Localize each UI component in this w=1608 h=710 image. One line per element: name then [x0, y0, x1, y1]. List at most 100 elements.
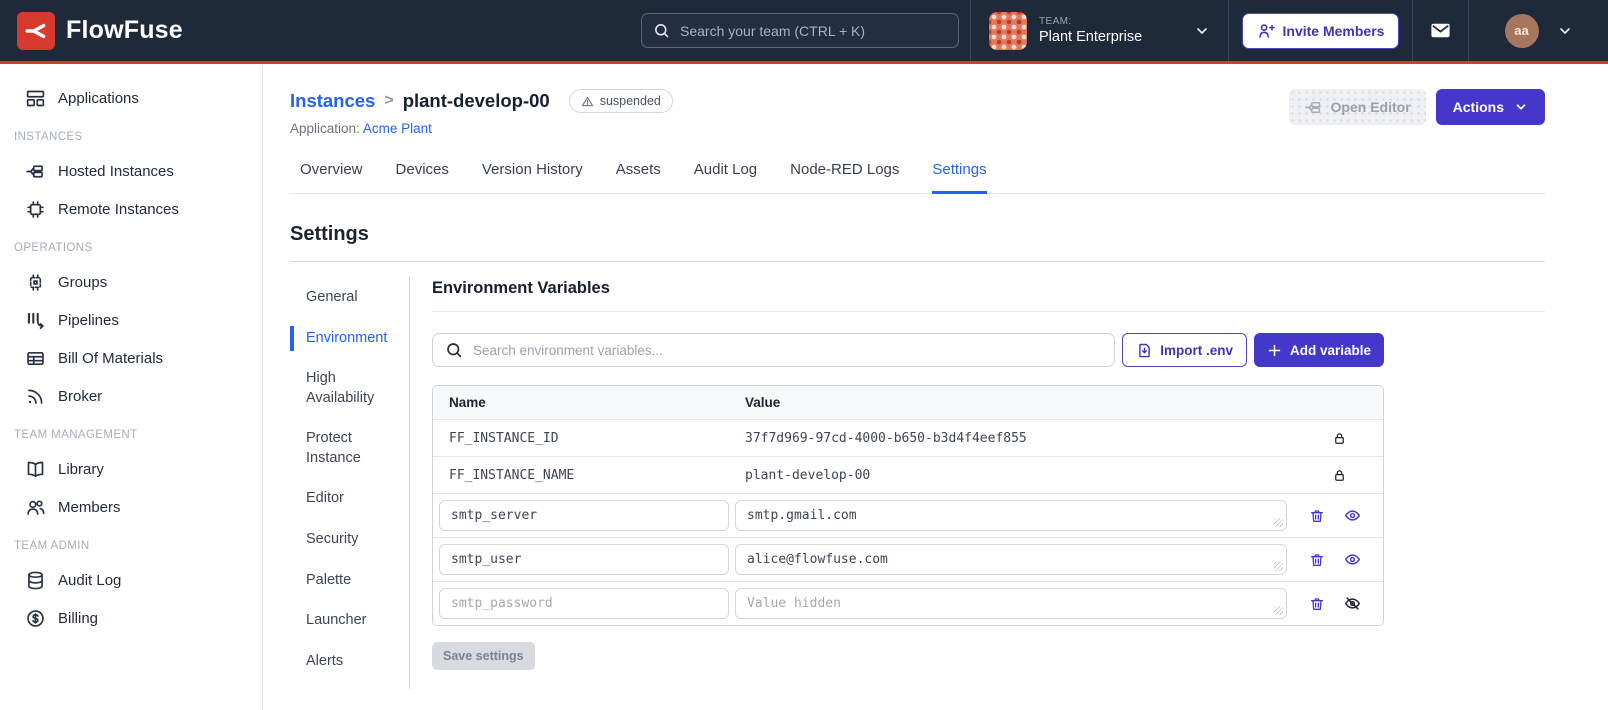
env-var-value-input[interactable] — [735, 588, 1287, 619]
sidebar-item-audit-log[interactable]: Audit Log — [0, 562, 262, 599]
delete-variable-button[interactable] — [1305, 592, 1329, 616]
tab-devices[interactable]: Devices — [396, 161, 449, 194]
open-editor-button[interactable]: Open Editor — [1288, 89, 1426, 125]
table-header: Name Value — [433, 386, 1383, 419]
breadcrumb-instances-link[interactable]: Instances — [290, 90, 375, 112]
sidebar-item-label: Library — [58, 461, 104, 478]
billing-icon — [25, 608, 46, 629]
env-var-value-input[interactable]: alice@flowfuse.com — [735, 544, 1287, 575]
sidebar-item-hosted-instances[interactable]: Hosted Instances — [0, 153, 262, 190]
actions-label: Actions — [1452, 99, 1504, 115]
application-label: Application: — [290, 121, 360, 136]
add-variable-button[interactable]: Add variable — [1253, 333, 1384, 367]
notifications-button[interactable] — [1412, 0, 1468, 61]
env-var-name-input[interactable] — [439, 588, 729, 619]
tab-version-history[interactable]: Version History — [482, 161, 583, 194]
application-link[interactable]: Acme Plant — [363, 121, 432, 136]
tab-overview[interactable]: Overview — [300, 161, 363, 194]
settings-nav-environment[interactable]: Environment — [290, 325, 394, 352]
user-menu[interactable]: aa — [1468, 0, 1608, 61]
trash-icon — [1309, 596, 1325, 612]
warning-triangle-icon — [581, 95, 594, 108]
env-var-name-input[interactable] — [439, 500, 729, 531]
import-env-button[interactable]: Import .env — [1122, 333, 1247, 367]
env-controls: Import .env Add variable — [432, 333, 1384, 367]
team-label: TEAM: — [1039, 16, 1072, 27]
env-var-name-input[interactable] — [439, 544, 729, 575]
header-actions: Open Editor Actions — [1288, 89, 1545, 125]
sidebar-item-pipelines[interactable]: Pipelines — [0, 302, 262, 339]
team-search-input[interactable] — [680, 22, 947, 39]
visibility-toggle-button[interactable] — [1340, 547, 1365, 572]
tab-node-red-logs[interactable]: Node-RED Logs — [790, 161, 899, 194]
delete-variable-button[interactable] — [1305, 548, 1329, 572]
sidebar-item-label: Billing — [58, 610, 99, 627]
env-search[interactable] — [432, 333, 1116, 367]
open-editor-label: Open Editor — [1330, 99, 1411, 115]
trash-icon — [1309, 552, 1325, 568]
sidebar-item-members[interactable]: Members — [0, 489, 262, 526]
groups-icon — [25, 272, 46, 293]
application-line: Application: Acme Plant — [290, 121, 673, 136]
brand-name: FlowFuse — [66, 16, 183, 44]
pipelines-icon — [25, 310, 46, 331]
tab-settings[interactable]: Settings — [932, 161, 987, 194]
env-var-name: FF_INSTANCE_ID — [449, 430, 559, 446]
environment-variables-title: Environment Variables — [432, 279, 1545, 312]
settings-nav-launcher[interactable]: Launcher — [290, 608, 394, 634]
invite-members-label: Invite Members — [1282, 22, 1385, 39]
env-var-row-locked: FF_INSTANCE_NAME plant-develop-00 — [433, 456, 1383, 493]
env-var-value-input[interactable]: smtp.gmail.com — [735, 500, 1287, 531]
env-var-row: alice@flowfuse.com — [433, 537, 1383, 581]
env-search-input[interactable] — [473, 342, 1103, 358]
sidebar-item-library[interactable]: Library — [0, 451, 262, 488]
visibility-toggle-button[interactable] — [1340, 503, 1365, 528]
settings-nav-editor[interactable]: Editor — [290, 486, 394, 512]
team-selector[interactable]: TEAM: Plant Enterprise — [970, 0, 1228, 61]
bill-of-materials-icon — [25, 348, 46, 369]
settings-nav-security[interactable]: Security — [290, 527, 394, 553]
eye-off-icon — [1344, 595, 1361, 612]
tab-audit-log[interactable]: Audit Log — [694, 161, 757, 194]
delete-variable-button[interactable] — [1305, 504, 1329, 528]
library-icon — [25, 459, 46, 480]
sidebar-item-billing[interactable]: Billing — [0, 600, 262, 637]
search-icon — [653, 22, 670, 39]
actions-button[interactable]: Actions — [1435, 89, 1545, 125]
settings-nav: General Environment High Availability Pr… — [290, 276, 410, 690]
env-var-name: FF_INSTANCE_NAME — [449, 467, 575, 483]
settings-nav-alerts[interactable]: Alerts — [290, 649, 394, 675]
main-content: Instances > plant-develop-00 suspended A… — [263, 64, 1608, 710]
sidebar-item-label: Audit Log — [58, 572, 122, 589]
sidebar-item-label: Groups — [58, 274, 108, 291]
sidebar-item-remote-instances[interactable]: Remote Instances — [0, 191, 262, 228]
settings-nav-protect-instance[interactable]: Protect Instance — [290, 426, 394, 471]
team-search[interactable] — [641, 13, 959, 48]
lock-icon — [1295, 468, 1383, 483]
tab-assets[interactable]: Assets — [616, 161, 661, 194]
invite-members-button[interactable]: Invite Members — [1241, 12, 1400, 49]
team-avatar — [989, 11, 1027, 50]
trash-icon — [1309, 508, 1325, 524]
sidebar-item-groups[interactable]: Groups — [0, 264, 262, 301]
instance-name: plant-develop-00 — [402, 90, 550, 111]
user-plus-icon — [1257, 22, 1275, 40]
flowfuse-logo[interactable]: FlowFuse — [0, 11, 183, 50]
sidebar-item-applications[interactable]: Applications — [0, 80, 262, 117]
visibility-toggle-button[interactable] — [1340, 591, 1365, 616]
settings-title: Settings — [290, 223, 369, 245]
settings-nav-general[interactable]: General — [290, 285, 394, 311]
sidebar-item-bill-of-materials[interactable]: Bill Of Materials — [0, 340, 262, 377]
env-variables-table: Name Value FF_INSTANCE_ID 37f7d969-97cd-… — [432, 385, 1384, 626]
settings-nav-high-availability[interactable]: High Availability — [290, 366, 394, 411]
sidebar-item-label: Members — [58, 499, 121, 516]
chevron-down-icon — [1557, 23, 1573, 39]
sidebar-item-label: Applications — [58, 90, 139, 107]
chevron-down-icon — [1514, 100, 1528, 114]
sidebar-item-broker[interactable]: Broker — [0, 378, 262, 415]
settings-nav-palette[interactable]: Palette — [290, 568, 394, 594]
sidebar-item-label: Broker — [58, 388, 103, 405]
environment-panel: Environment Variables Search environment… — [410, 276, 1545, 689]
save-settings-button[interactable]: Save settings — [432, 642, 535, 670]
status-badge-label: suspended — [599, 94, 661, 108]
